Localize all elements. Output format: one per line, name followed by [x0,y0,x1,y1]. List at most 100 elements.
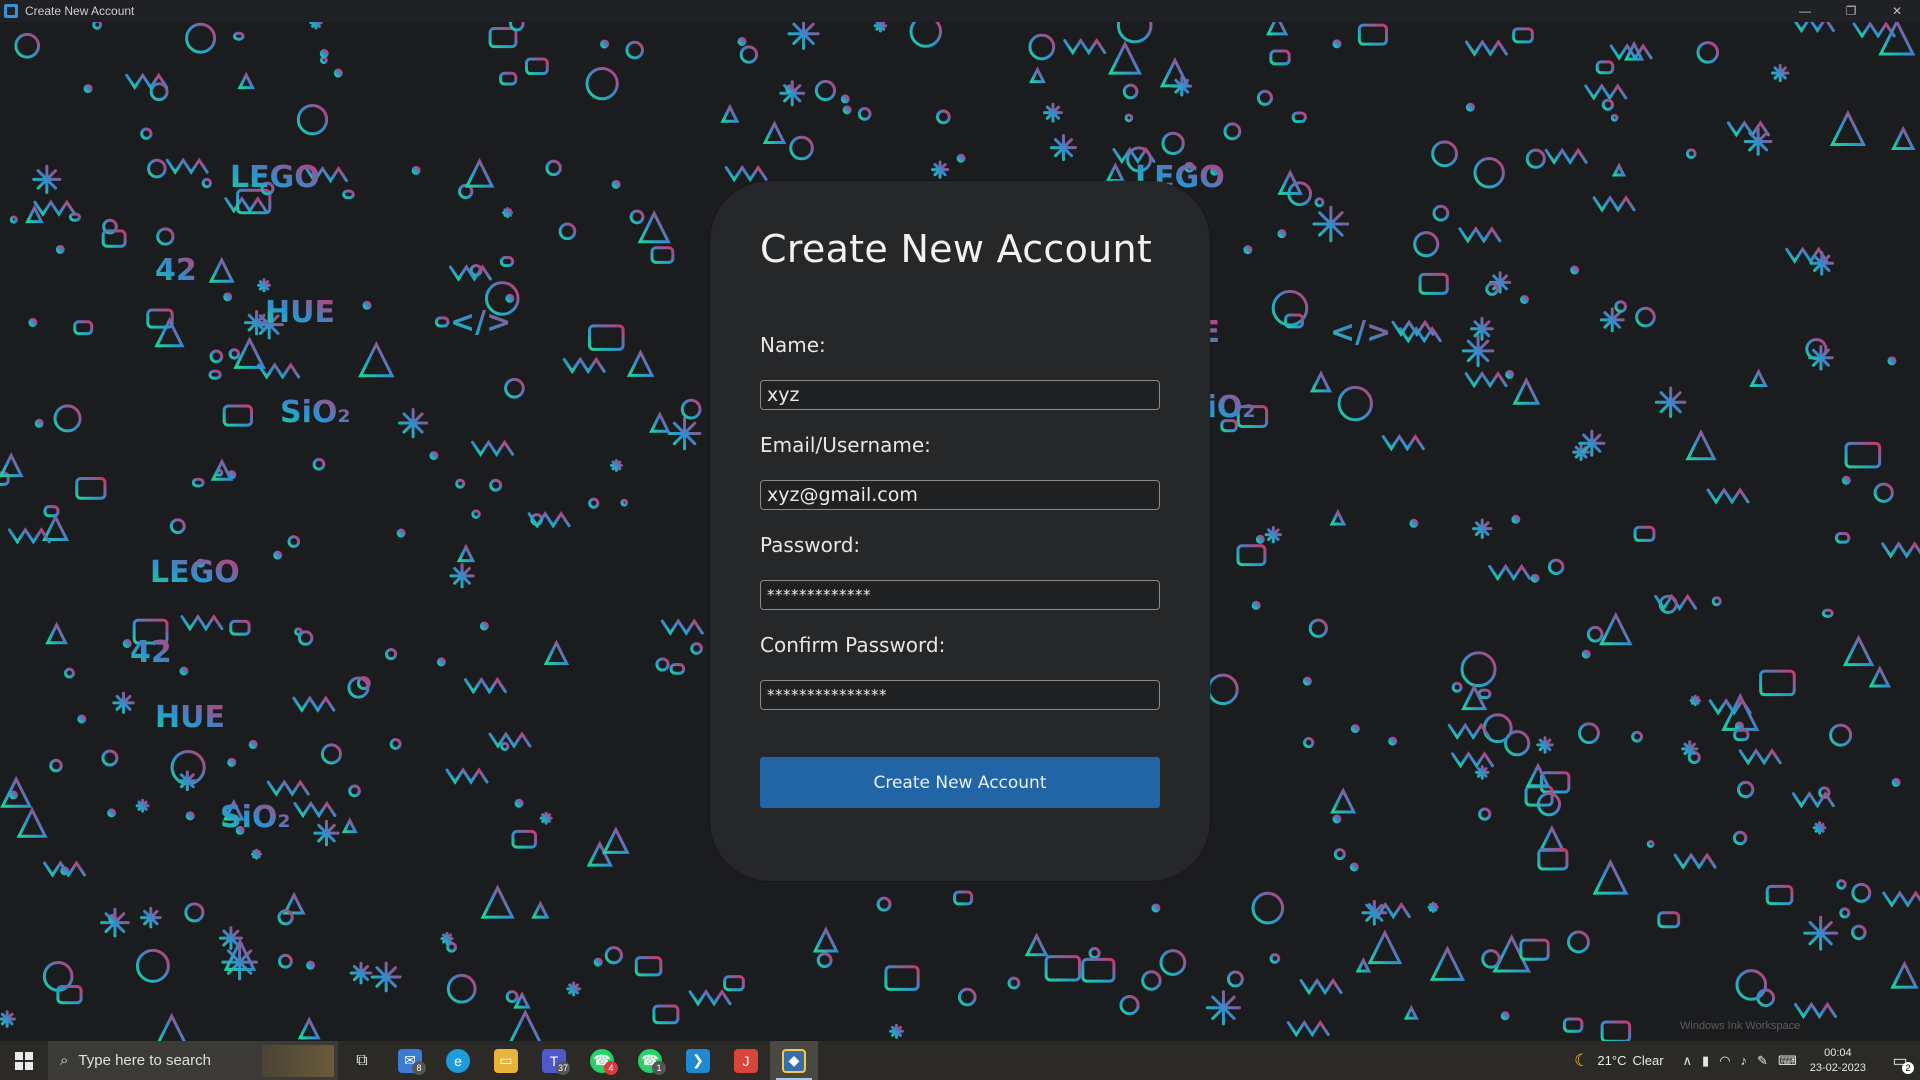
doodle-shape [690,642,703,655]
doodle-shape [1081,957,1116,983]
doodle-shape [524,57,549,76]
taskbar-search[interactable]: ⌕ Type here to search [48,1041,338,1080]
wifi-icon[interactable]: ◠ [1719,1053,1730,1069]
doodle-shape [250,848,263,860]
clock[interactable]: 00:04 23-02-2023 [1810,1046,1866,1076]
doodle-shape [1685,429,1717,461]
edge-glyph: e [446,1048,470,1073]
doodle-shape [42,513,70,542]
battery-icon[interactable]: ▮ [1702,1053,1709,1069]
doodle-shape [1805,337,1828,361]
doodle-shape [1696,41,1720,64]
doodle-shape [257,278,272,293]
volume-icon[interactable]: ♪ [1741,1053,1748,1068]
doodle-shape [1887,356,1897,366]
mail-icon[interactable]: ✉ 8 [386,1041,434,1080]
doodle-shape [1803,915,1839,951]
doodle-shape [1269,49,1291,66]
email-label: Email/Username: [760,433,931,457]
start-button[interactable] [0,1041,48,1080]
doodle-shape [135,948,170,983]
doodle-shape [154,316,185,348]
doodle-shape [434,316,450,328]
whatsapp-icon[interactable]: ☎ 4 [578,1041,626,1080]
doodle-shape [1473,157,1505,189]
doodle-shape [1478,807,1492,821]
task-view-icon[interactable]: ⧉ [338,1041,386,1080]
file-explorer-icon[interactable]: ▭ [482,1041,530,1080]
doodle-shape [14,32,41,59]
python-icon[interactable]: ◆ [770,1041,818,1080]
doodle-shape [562,356,606,375]
whatsapp-business-icon[interactable]: ☎ 1 [626,1041,674,1080]
password-input[interactable] [760,580,1160,610]
doodle-shape [32,164,62,194]
doodle-shape [1329,508,1347,526]
doodle-shape [789,135,814,161]
doodle-shape [884,965,920,991]
create-account-button[interactable]: Create New Account [760,757,1160,808]
doodle-shape [739,45,759,64]
doodle-shape [1633,525,1656,542]
doodle-shape [1689,694,1701,707]
doodle-shape [634,956,663,977]
doodle-shape [1530,573,1540,583]
doodle-shape [49,758,63,773]
doodle-shape [1536,736,1554,754]
doodle-shape [600,39,610,49]
doodle-shape [0,452,24,478]
doodle-shape [1505,369,1515,379]
doodle-shape [83,84,93,94]
doodle-shape [185,811,195,821]
doodle-shape [1890,960,1919,989]
doodle-shape [1657,911,1681,929]
doodle-shape [602,826,630,854]
doodle-shape [660,618,704,636]
email-input[interactable] [760,480,1160,510]
doodle-shape [1024,932,1049,957]
doodle-shape [1793,1001,1837,1020]
confirm-password-input[interactable] [760,680,1160,710]
doodle-shape [108,913,118,923]
doodle-shape [1349,862,1359,872]
doodle-shape [1765,884,1794,906]
doodle-shape [273,550,283,560]
chevron-up-icon[interactable]: ∧ [1683,1053,1693,1069]
minimize-icon[interactable]: — [1782,0,1828,22]
teams-icon[interactable]: T 37 [530,1041,578,1080]
name-input[interactable] [760,380,1160,410]
doodle-shape [1413,231,1440,258]
notification-center-icon[interactable]: ▭ 2 [1880,1041,1920,1080]
create-account-card: Create New Account Name: Email/Username:… [710,181,1210,881]
doodle-shape [135,798,150,813]
doodle-shape [456,543,476,563]
doodle-word: LEGO [230,160,320,195]
doodle-shape [1458,226,1502,244]
vscode-glyph: ❯ [686,1048,710,1073]
doodle-shape [1735,969,1768,1001]
close-icon[interactable]: ✕ [1874,0,1920,22]
restore-icon[interactable]: ❐ [1828,0,1874,22]
doodle-shape [1116,22,1153,44]
doodle-shape [842,105,852,115]
doodle-shape [1485,282,1499,296]
doodle-shape [787,22,820,50]
keyboard-icon[interactable]: ⌨ [1778,1053,1797,1069]
doodle-shape [125,72,169,90]
doodle-shape [28,317,38,327]
vscode-icon[interactable]: ❯ [674,1041,722,1080]
doodle-shape [16,806,48,838]
weather-widget[interactable]: ☾ 21°C Clear [1574,1051,1663,1071]
doodle-shape [499,71,518,86]
doodle-shape [1464,39,1508,57]
doodle-shape [558,222,577,241]
doodle-shape [1610,113,1619,122]
pen-icon[interactable]: ✎ [1757,1053,1768,1069]
doodle-shape [1308,618,1328,638]
jetbrains-icon[interactable]: J [722,1041,770,1080]
doodle-shape [953,890,974,906]
doodle-shape [1303,737,1315,749]
doodle-shape [814,79,837,102]
doodle-shape [1226,970,1244,988]
edge-icon[interactable]: e [434,1041,482,1080]
